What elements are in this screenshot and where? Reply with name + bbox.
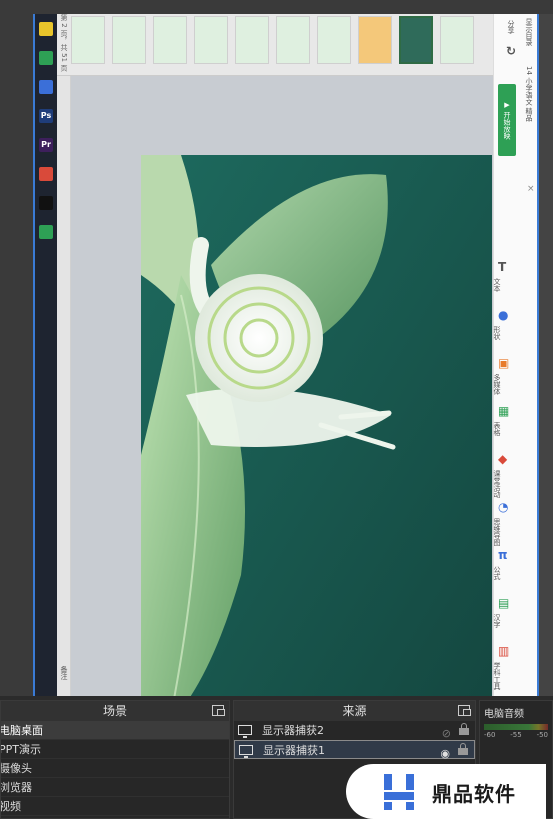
source-list: 显示器捕获2 ⊘ 显示器捕获1 ◉ — [234, 721, 475, 760]
lock-icon[interactable] — [459, 723, 469, 735]
start-show-button[interactable]: ▶ 开始放映 — [498, 84, 516, 156]
slide-thumbnail[interactable] — [440, 16, 474, 64]
scene-item[interactable]: 电脑桌面 — [1, 721, 229, 740]
slide-thumbnail[interactable] — [317, 16, 351, 64]
preview-edge — [539, 14, 553, 696]
source-label: 显示器捕获1 — [263, 744, 325, 757]
tool-3-icon[interactable]: ▦ — [498, 404, 509, 418]
source-item[interactable]: 显示器捕获1 ◉ — [234, 740, 475, 760]
preview-canvas[interactable]: Ps Pr 第 2 页，共 51 页 备注 显示目录 分享 ↻ 14 小学语文 … — [33, 14, 539, 696]
wechat-icon[interactable] — [39, 51, 53, 65]
browser-icon[interactable] — [39, 80, 53, 94]
source-label: 显示器捕获2 — [262, 724, 324, 737]
sync-icon[interactable]: ↻ — [506, 44, 516, 58]
scene-item[interactable]: 摄像头 — [1, 759, 229, 778]
share-button[interactable]: 分享 — [506, 20, 516, 34]
monitor-icon — [239, 745, 253, 758]
scene-item[interactable]: 浏览器 — [1, 778, 229, 797]
tool-1-icon[interactable]: ● — [498, 308, 508, 322]
slide-thumbnail[interactable] — [153, 16, 187, 64]
meter-tick-label: -55 — [510, 731, 522, 739]
watermark-text: 鼎品软件 — [432, 782, 516, 806]
green-app-icon[interactable] — [39, 225, 53, 239]
scene-item[interactable]: 视频 — [1, 797, 229, 816]
tool-0-icon[interactable]: T — [498, 260, 506, 274]
tool-8-label[interactable]: 学科工具 — [492, 662, 502, 690]
slide-thumbnail[interactable] — [71, 16, 105, 64]
undock-icon[interactable] — [458, 705, 471, 716]
slide-thumbnail[interactable] — [399, 16, 433, 64]
monitor-icon — [238, 725, 252, 738]
meter-tick-label: -50 — [536, 731, 548, 739]
tool-7-label[interactable]: 汉字 — [492, 614, 502, 628]
close-icon[interactable]: × — [527, 184, 535, 194]
notes-bar: 备注 — [57, 76, 71, 696]
tool-0-label[interactable]: 文本 — [492, 278, 502, 292]
scene-item[interactable]: PPT演示 — [1, 740, 229, 759]
scenes-panel-header: 场景 — [1, 701, 229, 721]
tool-6-label[interactable]: 公式 — [492, 566, 502, 580]
sources-title: 来源 — [342, 704, 367, 718]
notes-icon[interactable] — [39, 22, 53, 36]
meter-ticks: -60 -55 -50 — [480, 730, 552, 740]
course-title: 14 小学语文 精品 — [525, 66, 533, 122]
editor-work-area — [71, 76, 493, 696]
meter-tick-label: -60 — [484, 731, 496, 739]
undock-icon[interactable] — [212, 705, 225, 716]
snail-leaf-image — [141, 155, 492, 696]
slide-thumbnail[interactable] — [235, 16, 269, 64]
eye-icon[interactable]: ◉ — [440, 744, 450, 763]
tool-4-label[interactable]: 课堂活动 — [492, 470, 502, 498]
sources-panel-header: 来源 — [234, 701, 475, 721]
volume-meter — [484, 724, 548, 730]
captured-screen: Ps Pr 第 2 页，共 51 页 备注 显示目录 分享 ↻ 14 小学语文 … — [35, 14, 537, 696]
slide-thumbnail[interactable] — [194, 16, 228, 64]
tool-5-label[interactable]: 思维导图 — [492, 518, 502, 546]
tool-2-label[interactable]: 多媒体 — [492, 374, 502, 395]
slide-counter: 第 2 页，共 51 页 — [60, 14, 68, 72]
lock-icon[interactable] — [458, 743, 468, 755]
bottom-dock: 场景 电脑桌面 PPT演示 摄像头 浏览器 视频 来源 显示器捕获2 ⊘ 显示器捕获1 ◉ 电… — [0, 696, 553, 819]
slide-thumbnail[interactable] — [358, 16, 392, 64]
preview-area[interactable]: Ps Pr 第 2 页，共 51 页 备注 显示目录 分享 ↻ 14 小学语文 … — [0, 0, 553, 696]
scenes-title: 场景 — [102, 704, 127, 718]
tool-4-icon[interactable]: ◆ — [498, 452, 507, 466]
obs-window: Ps Pr 第 2 页，共 51 页 备注 显示目录 分享 ↻ 14 小学语文 … — [0, 0, 553, 819]
source-item[interactable]: 显示器捕获2 ⊘ — [234, 721, 475, 740]
tool-5-icon[interactable]: ◔ — [498, 500, 508, 514]
slide-thumbnail-strip — [57, 14, 537, 76]
show-outline-link[interactable]: 显示目录 — [524, 18, 534, 46]
slide-canvas — [141, 155, 492, 696]
notes-label: 备注 — [60, 666, 68, 680]
ps-icon[interactable]: Ps — [39, 109, 53, 123]
tool-1-label[interactable]: 形状 — [492, 326, 502, 340]
tool-7-icon[interactable]: ▤ — [498, 596, 509, 610]
watermark-badge: 鼎品软件 — [346, 764, 546, 819]
tool-2-icon[interactable]: ▣ — [498, 356, 509, 370]
obs-icon[interactable] — [39, 196, 53, 210]
logo-icon — [384, 774, 414, 810]
pr-icon[interactable]: Pr — [39, 138, 53, 152]
chrome-icon[interactable] — [39, 167, 53, 181]
windows-taskbar: Ps Pr — [35, 14, 57, 696]
audio-channel-name: 电脑音频 — [484, 709, 524, 720]
slide-thumbnail[interactable] — [112, 16, 146, 64]
tool-8-icon[interactable]: ▥ — [498, 644, 509, 658]
tool-6-icon[interactable]: π — [498, 548, 508, 562]
scenes-panel: 场景 电脑桌面 PPT演示 摄像头 浏览器 视频 — [0, 700, 230, 819]
scene-list: 电脑桌面 PPT演示 摄像头 浏览器 视频 — [1, 721, 229, 816]
slide-thumbnail[interactable] — [276, 16, 310, 64]
tool-3-label[interactable]: 表格 — [492, 422, 502, 436]
